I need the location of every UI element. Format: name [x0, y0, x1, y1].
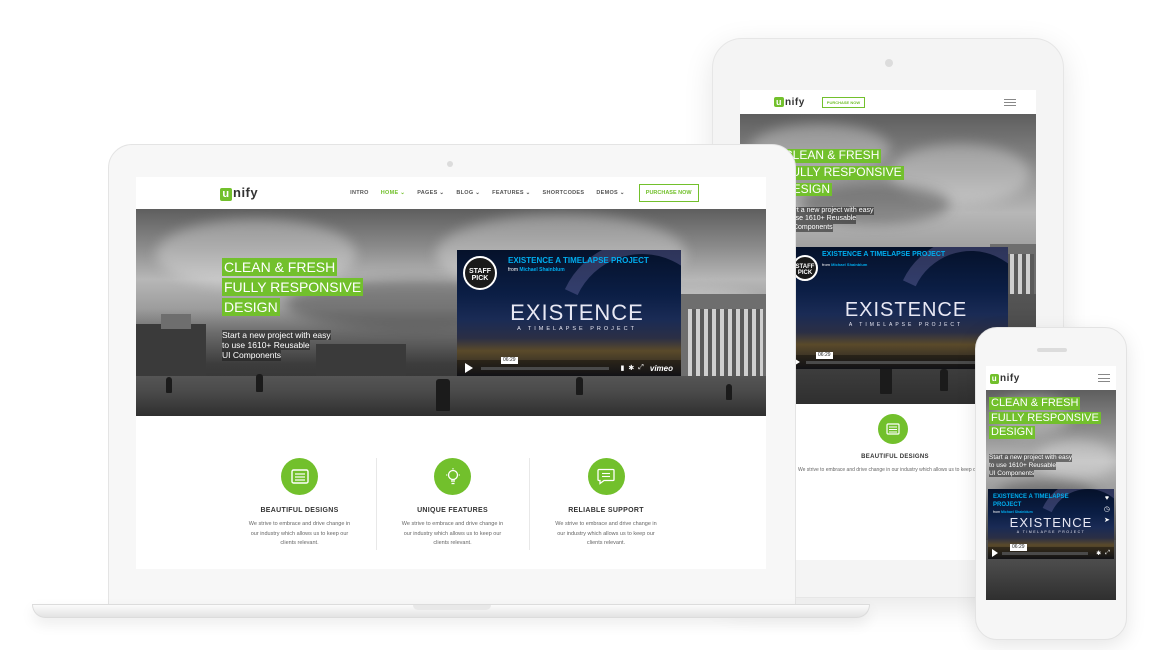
volume-icon[interactable]: ▮	[621, 364, 625, 372]
tablet-progress-bar[interactable]: 06:29	[806, 351, 979, 364]
tablet-menu-icon[interactable]	[1004, 98, 1016, 106]
feature-divider	[376, 458, 377, 550]
nav-item-demos[interactable]: DEMOS ⌄	[596, 190, 624, 196]
heart-icon[interactable]: ♥	[1104, 493, 1110, 504]
feature-title: RELIABLE SUPPORT	[568, 507, 644, 514]
phone-header: u nify	[986, 366, 1116, 390]
features-section: BEAUTIFUL DESIGNS We strive to embrace a…	[223, 458, 683, 550]
tablet-camera	[885, 59, 893, 67]
video-title[interactable]: EXISTENCE A TIMELAPSE PROJECT	[508, 256, 649, 265]
feature-reliable-support: RELIABLE SUPPORT We strive to embrace an…	[529, 458, 683, 550]
tablet-subtext: Start a new project with easy to use 161…	[784, 207, 874, 233]
phone-video-title[interactable]: EXISTENCE A TIMELAPSE PROJECT	[993, 493, 1083, 509]
video-progress-bar[interactable]: 06:29	[481, 356, 609, 370]
nav-item-home[interactable]: HOME ⌄	[381, 190, 405, 196]
site-header: u nify INTRO HOME ⌄ PAGES ⌄ BLOG ⌄ FEATUR…	[136, 177, 766, 209]
phone-speaker	[1037, 348, 1067, 352]
feature-unique-features: UNIQUE FEATURES We strive to embrace and…	[376, 458, 529, 550]
hero-headline: CLEAN & FRESH FULLY RESPONSIVE DESIGN	[222, 258, 364, 317]
phone-screen: u nify CLEAN & FRESH FULLY RESPONSIVE DES…	[986, 366, 1116, 600]
share-icon[interactable]: ➤	[1104, 515, 1110, 526]
nav-item-features[interactable]: FEATURES ⌄	[492, 190, 530, 196]
phone-video-controls: 06:29 ✱ ⤢	[988, 543, 1114, 559]
laptop-device: u nify INTRO HOME ⌄ PAGES ⌄ BLOG ⌄ FEATUR…	[108, 144, 796, 610]
tablet-feature-title: BEAUTIFUL DESIGNS	[861, 454, 929, 460]
feature-title: BEAUTIFUL DESIGNS	[260, 507, 339, 514]
phone-video-player[interactable]: EXISTENCE A TIMELAPSE PROJECT from Micha…	[988, 489, 1114, 559]
feature-description: We strive to embrace and drive change in…	[555, 521, 657, 546]
main-nav: INTRO HOME ⌄ PAGES ⌄ BLOG ⌄ FEATURES ⌄ S…	[350, 190, 639, 196]
phone-video-author: from Michael Shainblum	[993, 510, 1033, 514]
video-author: from Michael Shainblum	[508, 267, 565, 273]
tablet-video-title[interactable]: EXISTENCE A TIMELAPSE PROJECT	[822, 251, 945, 258]
phone-video-side-icons: ♥ ◷ ➤	[1104, 493, 1110, 526]
phone-menu-icon[interactable]	[1098, 374, 1110, 382]
phone-subtext: Start a new project with easy to use 161…	[989, 454, 1073, 478]
phone-existence-title: EXISTENCE A TIMELAPSE PROJECT	[1009, 515, 1093, 534]
chat-bubble-icon	[587, 458, 625, 495]
phone-device: u nify CLEAN & FRESH FULLY RESPONSIVE DES…	[975, 327, 1127, 640]
lightbulb-icon	[434, 458, 471, 495]
tablet-header: u nify PURCHASE NOW	[740, 90, 1036, 114]
tablet-headline: CLEAN & FRESH FULLY RESPONSIVE DESIGN	[782, 148, 904, 197]
tablet-video-author: from Michael Shainblum	[822, 262, 868, 267]
video-controls: 06:29 ▮ ✱ ⤢ vimeo	[457, 356, 681, 376]
staff-pick-badge: STAFF PICK	[463, 256, 497, 290]
phone-headline: CLEAN & FRESH FULLY RESPONSIVE DESIGN	[989, 397, 1101, 439]
tablet-existence-title: EXISTENCE A TIMELAPSE PROJECT	[844, 299, 968, 328]
tablet-logo[interactable]: u nify	[774, 96, 805, 108]
tablet-newspaper-icon	[878, 414, 908, 444]
feature-beautiful-designs: BEAUTIFUL DESIGNS We strive to embrace a…	[223, 458, 376, 550]
existence-title: EXISTENCE A TIMELAPSE PROJECT	[510, 300, 644, 332]
vimeo-logo[interactable]: vimeo	[650, 364, 673, 373]
nav-item-intro[interactable]: INTRO	[350, 190, 369, 196]
phone-hero: CLEAN & FRESH FULLY RESPONSIVE DESIGN St…	[986, 390, 1116, 600]
play-icon[interactable]	[465, 363, 473, 373]
fullscreen-icon[interactable]: ⤢	[638, 364, 644, 372]
clock-icon[interactable]: ◷	[1104, 504, 1110, 515]
phone-progress-bar[interactable]: 06:29	[1002, 543, 1089, 555]
phone-settings-icon[interactable]: ✱	[1096, 550, 1101, 557]
feature-title: UNIQUE FEATURES	[417, 507, 488, 514]
phone-fullscreen-icon[interactable]: ⤢	[1105, 550, 1110, 557]
hero-subtext: Start a new project with easy to use 161…	[222, 330, 331, 361]
newspaper-icon	[281, 458, 318, 495]
nav-item-blog[interactable]: BLOG ⌄	[456, 190, 480, 196]
settings-icon[interactable]: ✱	[628, 364, 634, 372]
tablet-purchase-button[interactable]: PURCHASE NOW	[821, 96, 866, 108]
phone-play-icon[interactable]	[992, 549, 998, 557]
video-player[interactable]: STAFF PICK EXISTENCE A TIMELAPSE PROJECT …	[457, 250, 681, 376]
laptop-notch	[413, 605, 491, 610]
phone-logo[interactable]: u nify	[990, 373, 1020, 384]
feature-description: We strive to embrace and drive change in…	[401, 521, 504, 546]
nav-item-shortcodes[interactable]: SHORTCODES	[543, 190, 585, 196]
purchase-now-button[interactable]: PURCHASE NOW	[638, 184, 699, 202]
hero-section: CLEAN & FRESH FULLY RESPONSIVE DESIGN St…	[136, 209, 766, 416]
site-logo[interactable]: u nify	[220, 185, 258, 201]
laptop-base	[32, 604, 870, 618]
feature-description: We strive to embrace and drive change in…	[248, 521, 351, 546]
laptop-camera	[447, 161, 453, 167]
feature-divider	[529, 458, 530, 550]
laptop-screen: u nify INTRO HOME ⌄ PAGES ⌄ BLOG ⌄ FEATUR…	[136, 177, 766, 569]
nav-item-pages[interactable]: PAGES ⌄	[417, 190, 444, 196]
